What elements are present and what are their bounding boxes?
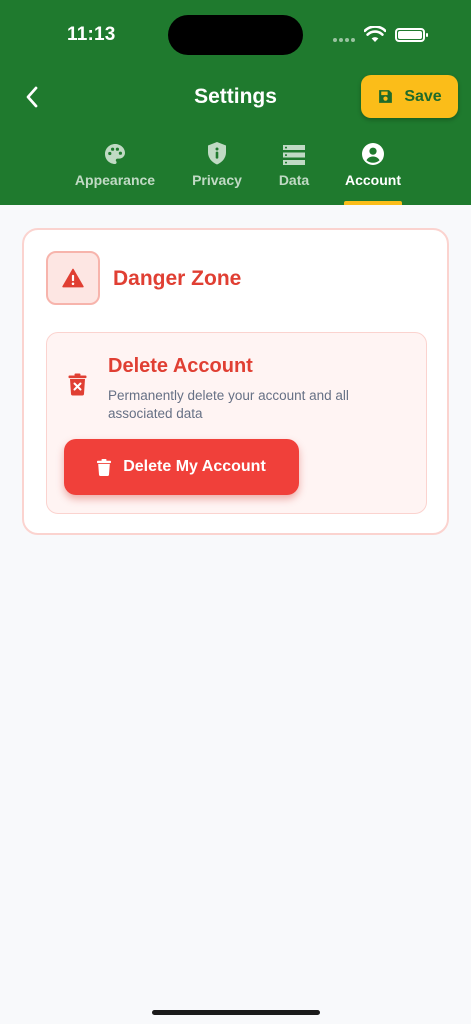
danger-zone-card: Danger Zone Delete Account Permanently d… <box>22 228 449 535</box>
floppy-disk-icon <box>379 90 393 103</box>
tab-privacy[interactable]: Privacy <box>188 140 246 205</box>
header-bar: 11:13 Settings Save Appearance Privacy D… <box>0 0 471 205</box>
tab-label: Appearance <box>74 172 156 188</box>
delete-account-title: Delete Account <box>108 355 253 377</box>
delete-account-description: Permanently delete your account and all … <box>108 388 349 421</box>
delete-forever-icon <box>68 373 87 396</box>
tab-label: Account <box>345 172 401 188</box>
status-time: 11:13 <box>67 24 116 45</box>
danger-zone-title: Danger Zone <box>113 267 242 290</box>
tab-label: Data <box>278 172 310 188</box>
trash-icon <box>97 458 112 476</box>
delete-button-label: Delete My Account <box>123 458 266 475</box>
dynamic-island <box>168 15 303 55</box>
settings-tabs: Appearance Privacy Data Account <box>0 140 471 205</box>
palette-icon <box>105 144 125 164</box>
account-circle-icon <box>362 143 384 165</box>
settings-screen: 11:13 Settings Save Appearance Privacy D… <box>0 0 471 1024</box>
storage-icon <box>283 145 305 165</box>
tab-data[interactable]: Data <box>273 140 315 205</box>
battery-icon <box>395 28 428 42</box>
tab-label: Privacy <box>192 172 242 188</box>
delete-my-account-button[interactable]: Delete My Account <box>64 439 299 495</box>
wifi-icon <box>364 26 386 42</box>
active-tab-indicator <box>344 201 402 205</box>
tab-account[interactable]: Account <box>341 140 405 205</box>
danger-zone-icon-box <box>46 251 100 305</box>
home-indicator <box>152 1010 320 1015</box>
save-button-label: Save <box>404 87 442 105</box>
delete-account-section: Delete Account Permanently delete your a… <box>46 332 427 514</box>
shield-info-icon <box>208 142 226 165</box>
cellular-signal-icon <box>333 38 355 42</box>
save-button[interactable]: Save <box>361 75 458 118</box>
warning-icon <box>62 268 84 288</box>
tab-appearance[interactable]: Appearance <box>72 140 158 205</box>
